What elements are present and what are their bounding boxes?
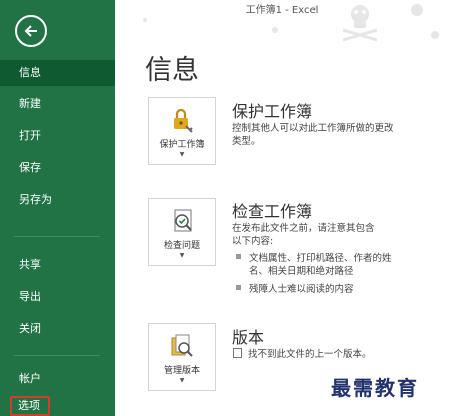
bullet-icon [236,285,241,290]
manage-versions-button[interactable]: 管理版本 ▼ [148,323,216,391]
backstage-sidebar: 信息 新建 打开 保存 另存为 共享 导出 关闭 帐户 选项 [0,0,115,416]
desc-line: 类型。 [232,136,261,147]
versions-desc: 找不到此文件的上一个版本。 [233,348,372,361]
desc-line: 以下内容: [232,236,274,247]
lock-key-icon [167,106,197,134]
nav-item-options[interactable]: 选项 [10,396,50,416]
inspect-workbook-desc: 在发布此文件之前，请注意其包含 以下内容: [232,222,375,248]
nav-item-save-as[interactable]: 另存为 [0,187,115,213]
chevron-down-icon: ▼ [179,377,185,384]
page-title: 信息 [145,55,199,86]
bullet-item: 文档属性、打印机路径、作者的姓 名、相关日期和绝对路径 [236,252,392,278]
nav-divider [14,236,100,237]
manage-versions-icon [167,332,197,360]
inspect-document-icon [167,207,197,235]
back-arrow-icon[interactable] [15,15,47,47]
check-for-issues-button-label: 检查问题 [163,241,200,251]
protect-workbook-title: 保护工作簿 [232,102,313,121]
chevron-down-icon: ▼ [179,252,185,259]
nav-item-close[interactable]: 关闭 [0,316,115,342]
watermark: 最需教育 [331,376,419,400]
window-title: 工作簿1 - Excel [245,5,319,16]
nav-item-save[interactable]: 保存 [0,155,115,181]
inspect-workbook-title: 检查工作簿 [232,202,313,221]
nav-item-open[interactable]: 打开 [0,123,115,149]
bullet-text: 残障人士难以阅读的内容 [249,284,354,295]
protect-workbook-button[interactable]: 保护工作簿 ▼ [148,97,216,165]
nav-item-export[interactable]: 导出 [0,284,115,310]
desc-line: 控制其他人可以对此工作簿所做的更改 [232,123,394,134]
nav-item-new[interactable]: 新建 [0,91,115,117]
nav-item-share[interactable]: 共享 [0,252,115,278]
protect-workbook-button-label: 保护工作簿 [159,140,205,150]
desc-line: 在发布此文件之前，请注意其包含 [232,223,375,234]
desc-line: 找不到此文件的上一个版本。 [248,349,372,360]
bullet-icon [236,254,241,259]
manage-versions-button-label: 管理版本 [163,366,200,376]
check-for-issues-button[interactable]: 检查问题 ▼ [148,198,216,266]
bullet-item: 残障人士难以阅读的内容 [236,283,354,296]
nav-item-info[interactable]: 信息 [0,60,115,86]
protect-workbook-desc: 控制其他人可以对此工作簿所做的更改 类型。 [232,122,394,148]
document-icon [233,348,242,358]
nav-divider [14,355,100,356]
chevron-down-icon: ▼ [179,151,185,158]
bullet-text: 名、相关日期和绝对路径 [249,266,354,277]
nav-item-account[interactable]: 帐户 [0,366,115,392]
versions-title: 版本 [232,328,265,347]
bullet-text: 文档属性、打印机路径、作者的姓 [249,253,392,264]
